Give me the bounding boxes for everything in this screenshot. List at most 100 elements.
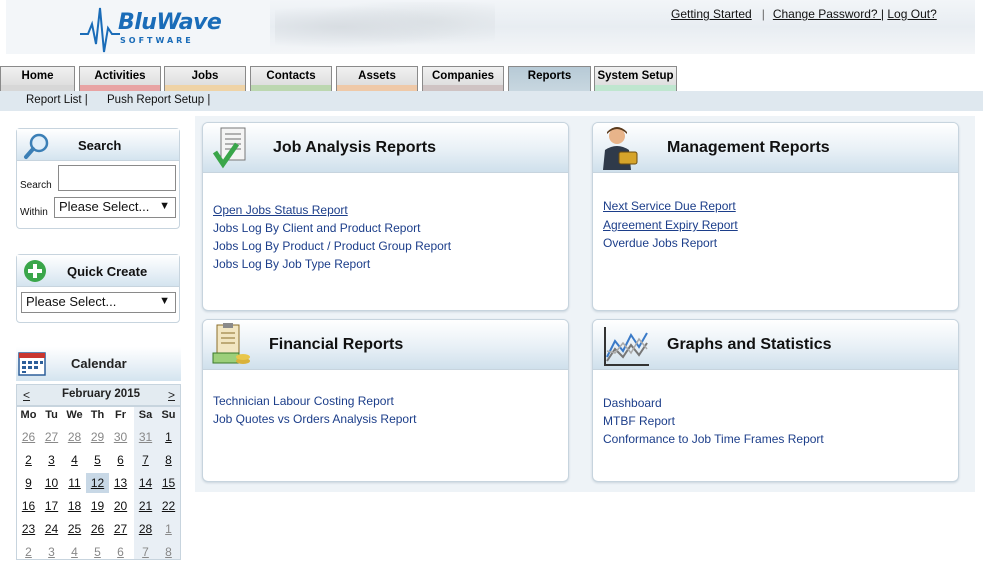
mtbf-report-link[interactable]: MTBF Report — [603, 414, 824, 432]
graphs-links: Dashboard MTBF Report Conformance to Job… — [603, 396, 824, 450]
tab-label: Reports — [527, 70, 572, 82]
calendar-day[interactable]: 5 — [86, 450, 109, 470]
open-jobs-status-report-link[interactable]: Open Jobs Status Report — [213, 203, 451, 221]
next-service-due-report-link[interactable]: Next Service Due Report — [603, 199, 738, 217]
calendar-day[interactable]: 19 — [86, 496, 109, 516]
jobs-log-by-job-type-link[interactable]: Jobs Log By Job Type Report — [213, 257, 451, 275]
quick-create-select[interactable]: Please Select... ▼ — [21, 292, 176, 313]
change-password-link[interactable]: Change Password? | — [773, 7, 884, 21]
tab-label: Contacts — [266, 70, 316, 82]
calendar-day[interactable]: 31 — [134, 427, 157, 447]
log-out-link[interactable]: Log Out? — [887, 7, 936, 21]
calendar-day[interactable]: 8 — [157, 450, 180, 470]
calendar-day[interactable]: 12 — [86, 473, 109, 493]
calendar-day[interactable]: 17 — [40, 496, 63, 516]
calendar-day[interactable]: 8 — [157, 542, 180, 562]
calendar-day[interactable]: 26 — [17, 427, 40, 447]
calendar-day[interactable]: 24 — [40, 519, 63, 539]
calendar-day[interactable]: 28 — [63, 427, 86, 447]
quick-create-title: Quick Create — [67, 264, 148, 279]
calendar-day[interactable]: 4 — [63, 450, 86, 470]
calendar-header: Calendar — [16, 347, 181, 381]
next-month-link[interactable]: > — [168, 388, 175, 402]
bluwave-logo[interactable]: BluWave SOFTWARE — [80, 4, 222, 53]
tab-home[interactable]: Home — [0, 66, 75, 91]
calendar-day[interactable]: 1 — [157, 519, 180, 539]
calendar-day[interactable]: 27 — [109, 519, 132, 539]
within-select[interactable]: Please Select... ▼ — [54, 197, 176, 218]
financial-title: Financial Reports — [269, 336, 404, 353]
tab-contacts[interactable]: Contacts — [250, 66, 332, 91]
calendar-month-nav: < February 2015 > — [16, 384, 181, 406]
calendar-day[interactable]: 6 — [109, 450, 132, 470]
calendar-day[interactable]: 26 — [86, 519, 109, 539]
getting-started-link[interactable]: Getting Started — [671, 7, 752, 21]
calendar-day[interactable]: 3 — [40, 542, 63, 562]
calendar-day[interactable]: 3 — [40, 450, 63, 470]
dashboard-link[interactable]: Dashboard — [603, 396, 824, 414]
calendar-day[interactable]: 4 — [63, 542, 86, 562]
heartbeat-wave-icon — [80, 7, 120, 53]
calendar-day[interactable]: 22 — [157, 496, 180, 516]
overdue-jobs-report-link[interactable]: Overdue Jobs Report — [603, 236, 738, 254]
calendar-day[interactable]: 27 — [40, 427, 63, 447]
tab-label: Companies — [432, 70, 494, 82]
prev-month-link[interactable]: < — [23, 388, 30, 402]
calendar-dow: Fr — [115, 409, 126, 421]
financial-panel: Financial Reports Technician Labour Cost… — [202, 319, 569, 482]
calendar-dow: Sa — [138, 409, 153, 421]
within-label: Within — [20, 207, 48, 218]
calendar-day[interactable]: 18 — [63, 496, 86, 516]
search-input[interactable] — [58, 165, 176, 191]
search-title: Search — [78, 138, 122, 153]
calendar-day[interactable]: 6 — [109, 542, 132, 562]
report-list-link[interactable]: Report List | — [26, 94, 88, 106]
calendar-day[interactable]: 30 — [109, 427, 132, 447]
calendar-day[interactable]: 7 — [134, 450, 157, 470]
calendar-day[interactable]: 9 — [17, 473, 40, 493]
tab-label: Activities — [94, 70, 146, 82]
calendar-day[interactable]: 25 — [63, 519, 86, 539]
calendar-day[interactable]: 13 — [109, 473, 132, 493]
push-report-setup-link[interactable]: Push Report Setup | — [107, 94, 210, 106]
header: BluWave SOFTWARE Getting Started | Change … — [0, 0, 983, 56]
jobs-log-by-client-link[interactable]: Jobs Log By Client and Product Report — [213, 221, 451, 239]
calendar-day[interactable]: 15 — [157, 473, 180, 493]
conformance-job-time-frames-link[interactable]: Conformance to Job Time Frames Report — [603, 432, 824, 450]
calendar-day[interactable]: 5 — [86, 542, 109, 562]
calendar-title: Calendar — [71, 356, 127, 371]
graphs-header: Graphs and Statistics — [593, 320, 958, 370]
calendar-day[interactable]: 21 — [134, 496, 157, 516]
calendar-day[interactable]: 7 — [134, 542, 157, 562]
management-title: Management Reports — [667, 139, 830, 156]
job-quotes-vs-orders-report-link[interactable]: Job Quotes vs Orders Analysis Report — [213, 412, 416, 430]
tab-companies[interactable]: Companies — [422, 66, 504, 91]
technician-labour-costing-report-link[interactable]: Technician Labour Costing Report — [213, 394, 416, 412]
tab-reports[interactable]: Reports — [508, 66, 591, 91]
job-analysis-header: Job Analysis Reports — [203, 123, 568, 173]
calendar-day[interactable]: 1 — [157, 427, 180, 447]
tab-assets[interactable]: Assets — [336, 66, 418, 91]
calendar-day[interactable]: 10 — [40, 473, 63, 493]
calendar-day[interactable]: 23 — [17, 519, 40, 539]
calendar-day[interactable]: 2 — [17, 450, 40, 470]
logo-subtitle: SOFTWARE — [120, 36, 194, 45]
calendar-day[interactable]: 11 — [63, 473, 86, 493]
calendar-day[interactable]: 20 — [109, 496, 132, 516]
tab-jobs[interactable]: Jobs — [164, 66, 246, 91]
jobs-log-by-product-link[interactable]: Jobs Log By Product / Product Group Repo… — [213, 239, 451, 257]
agreement-expiry-report-link[interactable]: Agreement Expiry Report — [603, 218, 738, 236]
calendar-day[interactable]: 28 — [134, 519, 157, 539]
tab-system-setup[interactable]: System Setup — [594, 66, 677, 91]
calendar-day[interactable]: 29 — [86, 427, 109, 447]
job-analysis-title: Job Analysis Reports — [273, 139, 437, 156]
top-links: Getting Started | Change Password? | Log O… — [671, 7, 937, 21]
calendar-day[interactable]: 2 — [17, 542, 40, 562]
graphs-panel: Graphs and Statistics Dashboard MTBF Rep… — [592, 319, 959, 482]
calendar-day[interactable]: 14 — [134, 473, 157, 493]
calendar-grid: Mo Tu We Th Fr Sa Su 26 27 28 29 30 31 1 2 3 4 5 6 7 8 9 10 11 1… — [16, 406, 181, 560]
calendar-day[interactable]: 16 — [17, 496, 40, 516]
financial-header: Financial Reports — [203, 320, 568, 370]
tab-activities[interactable]: Activities — [79, 66, 161, 91]
plus-circle-icon — [24, 260, 46, 282]
